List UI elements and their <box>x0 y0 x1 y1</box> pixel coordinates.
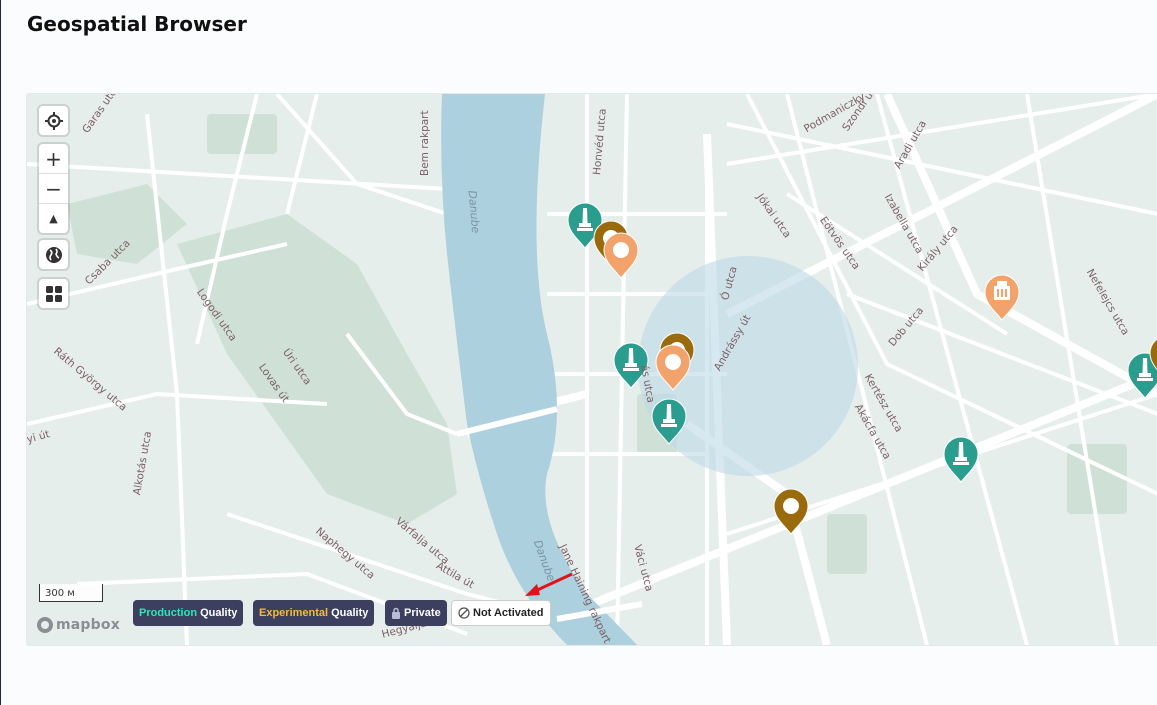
legend-not-activated[interactable]: Not Activated <box>451 600 551 626</box>
page-left-border <box>0 0 1 705</box>
layers-button[interactable] <box>39 279 68 308</box>
compass-button[interactable]: ▲ <box>39 203 68 233</box>
zoom-out-button[interactable]: − <box>39 173 68 203</box>
map-canvas[interactable] <box>27 94 1157 645</box>
globe-control[interactable] <box>39 240 68 269</box>
legend-production-quality[interactable]: Production Quality <box>133 600 244 626</box>
globe-button[interactable] <box>39 240 68 269</box>
legend-not-activated-label: Not Activated <box>473 607 544 619</box>
legend-experimental-rest: Quality <box>331 607 369 619</box>
scale-bar: 300 м <box>39 584 103 602</box>
mapbox-logo[interactable]: mapbox <box>37 617 120 633</box>
park-areas <box>67 114 1127 574</box>
legend-production-rest: Quality <box>200 607 238 619</box>
map-pin-teal[interactable] <box>943 436 979 483</box>
map-pin-orange[interactable] <box>603 232 639 279</box>
legend-production-accent: Production <box>139 607 198 619</box>
zoom-in-button[interactable]: + <box>39 144 68 173</box>
globe-icon <box>45 246 62 263</box>
page-title: Geospatial Browser <box>27 12 247 36</box>
geolocate-control[interactable] <box>39 106 68 135</box>
circle-icon <box>783 498 799 514</box>
mapbox-icon <box>37 617 53 633</box>
circle-icon <box>665 354 681 370</box>
no-entry-icon <box>458 607 470 619</box>
legend-experimental-accent: Experimental <box>259 607 329 619</box>
geolocate-button[interactable] <box>39 106 68 135</box>
street-label: Bem rakpart <box>419 110 431 176</box>
legend-private-label: Private <box>404 607 441 619</box>
grid-icon <box>45 285 62 302</box>
navigation-control[interactable]: + − ▲ <box>39 144 68 233</box>
lock-icon <box>392 607 400 619</box>
crosshair-icon <box>44 111 63 130</box>
layers-control[interactable] <box>39 279 68 308</box>
mapbox-wordmark: mapbox <box>56 617 120 633</box>
legend-experimental-quality[interactable]: Experimental Quality <box>253 600 375 626</box>
legend-private[interactable]: Private <box>385 600 447 626</box>
map-container[interactable]: Garas utca Bem rakpart Danube Honvéd utc… <box>26 93 1157 646</box>
circle-icon <box>613 242 629 258</box>
